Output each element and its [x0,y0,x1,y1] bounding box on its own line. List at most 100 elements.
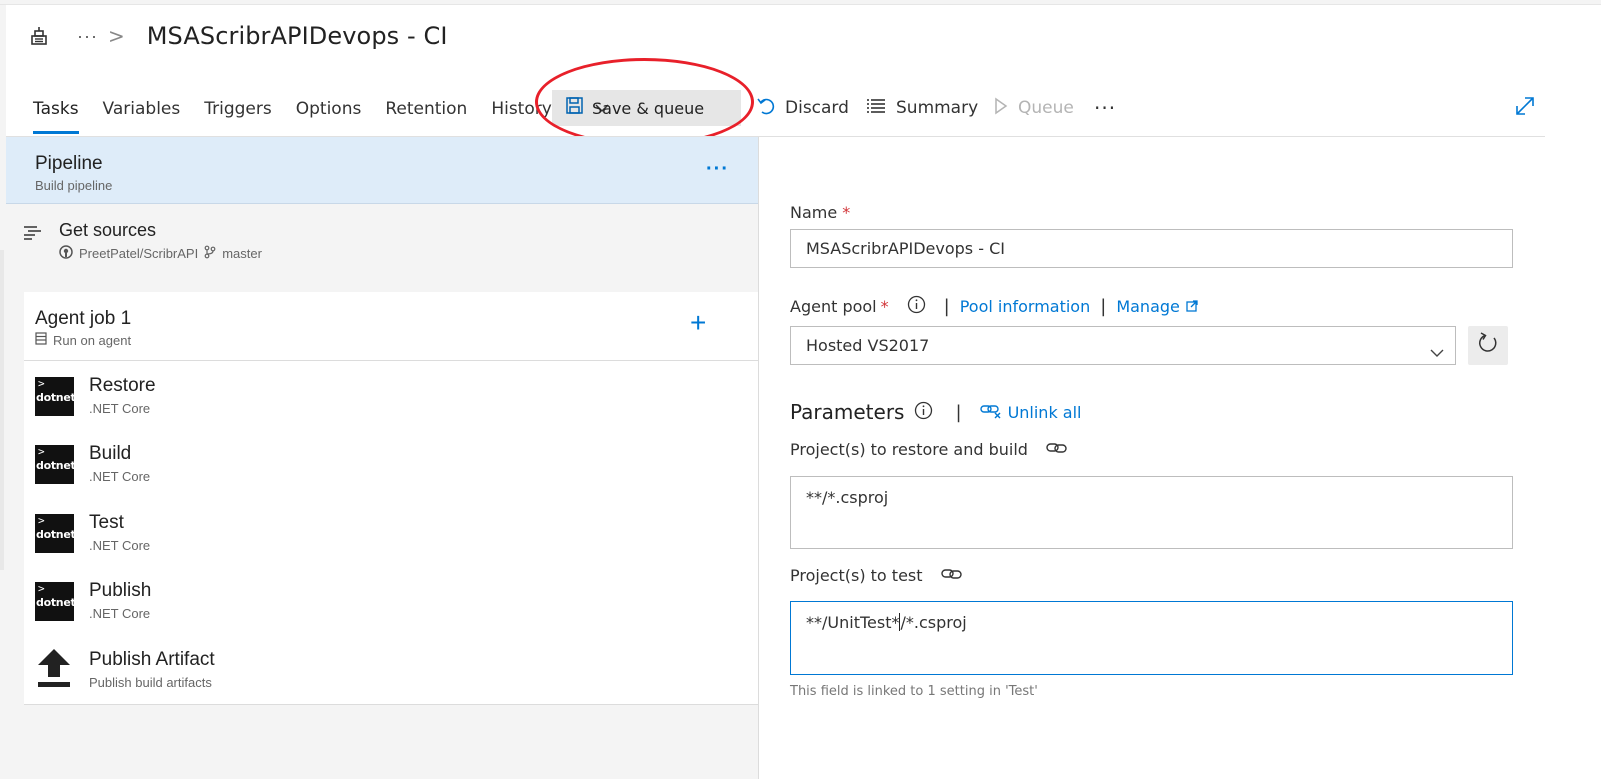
task-item-test[interactable]: > dotnet Test .NET Core [24,498,758,566]
save-icon [566,97,583,119]
dotnet-icon: > dotnet [35,514,76,553]
task-type: .NET Core [89,538,151,553]
required-marker: * [842,203,851,222]
page-title: MSAScribrAPIDevops - CI [146,22,448,50]
agent-job-item[interactable]: Agent job 1 Run on agent + [24,292,758,361]
dotnet-icon: > dotnet [35,377,76,416]
separator: | [955,401,962,423]
breadcrumb-more-icon[interactable]: ··· [77,26,98,47]
task-name: Build [89,443,132,464]
name-label: Name [790,203,838,222]
build-pipeline-icon[interactable] [28,25,50,47]
required-marker: * [880,296,889,316]
dotnet-icon: > dotnet [35,582,76,621]
summary-label: Summary [896,98,979,118]
link-icon[interactable] [940,566,963,585]
play-icon [994,97,1008,120]
tab-options[interactable]: Options [296,90,362,136]
tab-retention[interactable]: Retention [385,90,467,136]
unlink-icon [979,401,1002,423]
pipeline-subtitle: Build pipeline [35,178,113,193]
task-type: .NET Core [89,401,151,416]
get-sources-item[interactable]: Get sources PreetPatel/ScribrAPI master [6,205,758,293]
repo-info: PreetPatel/ScribrAPI master [59,245,262,262]
task-type: Publish build artifacts [89,675,212,690]
chevron-down-icon [1429,337,1445,374]
pipeline-more-icon[interactable]: ··· [706,158,729,181]
task-type: .NET Core [89,469,151,484]
pool-information-link[interactable]: Pool information [960,297,1091,316]
test-projects-value-start: **/UnitTest* [806,613,900,632]
restore-projects-label: Project(s) to restore and build [790,440,1028,459]
branch-info: master [204,245,262,262]
server-icon [35,332,47,348]
save-and-queue-button[interactable]: Save & queue [552,90,741,126]
separator: | [943,295,950,317]
test-projects-label-row: Project(s) to test [790,566,963,585]
header: ··· > MSAScribrAPIDevops - CI [28,16,448,56]
expand-icon[interactable] [1514,95,1536,117]
list-icon [866,98,886,119]
test-projects-input[interactable]: **/UnitTest*/*.csproj [790,601,1513,675]
tab-tasks[interactable]: Tasks [33,90,79,134]
summary-button[interactable]: Summary [866,90,978,126]
task-name: Restore [89,375,156,396]
task-type: .NET Core [89,606,151,621]
linked-setting-hint: This field is linked to 1 setting in 'Te… [790,684,1038,699]
tab-history[interactable]: History [491,90,551,136]
tab-bar: Tasks Variables Triggers Options Retenti… [33,90,576,136]
parameters-header: Parameters | Unlink all [790,399,1082,425]
agent-pool-label: Agent pool [790,296,877,316]
unlink-all-button[interactable]: Unlink all [979,401,1082,423]
task-name: Publish [89,580,152,601]
breadcrumb-separator: > [107,24,125,48]
repo-name: PreetPatel/ScribrAPI [79,246,199,261]
undo-icon [757,96,775,121]
task-item-build[interactable]: > dotnet Build .NET Core [24,429,758,497]
agent-job-subtitle-row: Run on agent [35,332,131,348]
restore-projects-label-row: Project(s) to restore and build [790,440,1068,459]
agent-job-section: Agent job 1 Run on agent + > dotnet Resto… [24,292,758,705]
sources-icon [23,225,43,248]
restore-projects-input[interactable]: **/*.csproj [790,476,1513,549]
refresh-button[interactable] [1468,326,1508,365]
separator: | [1100,295,1107,317]
dotnet-icon: > dotnet [35,445,76,484]
save-and-queue-label: Save & queue [592,98,705,118]
external-link-icon[interactable] [1186,297,1198,316]
toolbar-more-icon[interactable]: ··· [1094,90,1116,126]
upload-arrow-icon [37,648,71,688]
name-label-row: Name * [790,203,850,222]
test-projects-value-end: /*.csproj [900,613,967,632]
info-icon[interactable] [907,295,926,318]
discard-label: Discard [785,98,849,118]
branch-icon [204,245,216,262]
test-projects-label: Project(s) to test [790,566,923,585]
task-item-publish[interactable]: > dotnet Publish .NET Core [24,566,758,634]
agent-job-title: Agent job 1 [35,308,132,329]
task-name: Publish Artifact [89,649,215,670]
branch-name: master [222,246,262,261]
add-task-icon[interactable]: + [690,307,706,339]
tab-variables[interactable]: Variables [103,90,181,136]
queue-label: Queue [1018,98,1074,118]
queue-button[interactable]: Queue [994,90,1074,126]
pipeline-title: Pipeline [35,153,103,174]
task-item-publish-artifact[interactable]: Publish Artifact Publish build artifacts [24,635,758,703]
discard-button[interactable]: Discard [757,90,849,126]
task-item-restore[interactable]: > dotnet Restore .NET Core [24,361,758,429]
agent-pool-select[interactable]: Hosted VS2017 [790,326,1456,365]
agent-job-subtitle: Run on agent [53,332,132,348]
manage-link[interactable]: Manage [1116,297,1180,316]
tab-triggers[interactable]: Triggers [204,90,272,136]
info-icon[interactable] [914,401,933,424]
unlink-all-label: Unlink all [1007,402,1082,422]
parameters-title: Parameters [790,400,905,424]
task-name: Test [89,512,124,533]
refresh-icon [1477,332,1499,359]
task-details-panel: Name * MSAScribrAPIDevops - CI Agent poo… [760,137,1560,779]
pipeline-item[interactable]: Pipeline Build pipeline ··· [6,137,758,204]
link-icon[interactable] [1046,440,1068,459]
name-input[interactable]: MSAScribrAPIDevops - CI [790,229,1513,268]
github-icon [59,245,73,262]
